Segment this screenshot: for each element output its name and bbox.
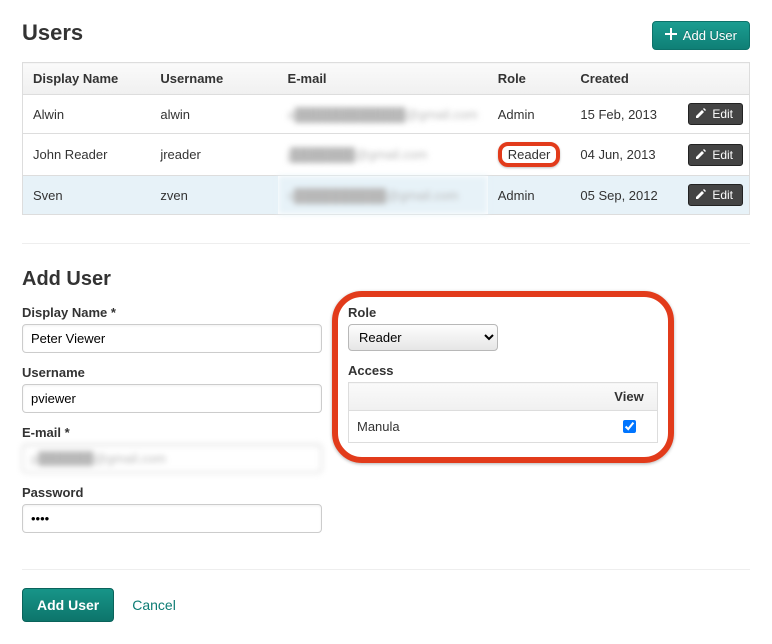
col-actions <box>671 63 749 95</box>
cell-email: s██████████@gmail.com <box>278 176 488 215</box>
label-access: Access <box>348 363 658 378</box>
table-row: Alwin alwin a████████████@gmail.com Admi… <box>23 95 750 134</box>
table-header-row: Display Name Username E-mail Role Create… <box>23 63 750 95</box>
table-row: John Reader jreader j███████@gmail.com R… <box>23 134 750 176</box>
cell-display-name: Alwin <box>23 95 151 134</box>
edit-button[interactable]: Edit <box>688 184 743 206</box>
cell-actions: Edit <box>671 134 749 176</box>
password-input[interactable] <box>22 504 322 533</box>
pencil-icon <box>696 188 706 202</box>
access-table: View Manula <box>348 382 658 443</box>
edit-button-label: Edit <box>712 148 733 162</box>
cancel-link[interactable]: Cancel <box>132 597 176 613</box>
field-username: Username <box>22 365 322 413</box>
cell-role: Admin <box>488 176 571 215</box>
field-display-name: Display Name * <box>22 305 322 353</box>
username-input[interactable] <box>22 384 322 413</box>
cell-username: zven <box>150 176 277 215</box>
pencil-icon <box>696 148 706 162</box>
cell-role: Admin <box>488 95 571 134</box>
cell-username: alwin <box>150 95 277 134</box>
label-email: E-mail * <box>22 425 322 440</box>
add-user-button-label: Add User <box>683 28 737 43</box>
cell-role: Reader <box>488 134 571 176</box>
field-role: Role Reader <box>348 305 658 351</box>
access-name-col <box>349 383 602 411</box>
cell-actions: Edit <box>671 95 749 134</box>
plus-icon <box>665 28 677 43</box>
col-email: E-mail <box>278 63 488 95</box>
table-row: Sven zven s██████████@gmail.com Admin 05… <box>23 176 750 215</box>
role-highlight: Reader <box>498 142 561 167</box>
email-input[interactable] <box>22 444 322 473</box>
cell-email: j███████@gmail.com <box>278 134 488 176</box>
field-password: Password <box>22 485 322 533</box>
form-column-right: Role Reader Access View M <box>348 305 658 447</box>
access-row-view <box>601 411 658 443</box>
form-column-left: Display Name * Username E-mail * Passwor… <box>22 305 322 545</box>
display-name-input[interactable] <box>22 324 322 353</box>
col-created: Created <box>570 63 671 95</box>
header: Users Add User <box>22 18 750 52</box>
form-actions: Add User Cancel <box>22 588 750 622</box>
label-role: Role <box>348 305 658 320</box>
cell-created: 15 Feb, 2013 <box>570 95 671 134</box>
col-role: Role <box>488 63 571 95</box>
divider <box>22 243 750 244</box>
form-body: Display Name * Username E-mail * Passwor… <box>22 305 750 545</box>
cell-created: 05 Sep, 2012 <box>570 176 671 215</box>
submit-add-user-button[interactable]: Add User <box>22 588 114 622</box>
label-username: Username <box>22 365 322 380</box>
form-title: Add User <box>22 268 750 291</box>
cell-display-name: John Reader <box>23 134 151 176</box>
col-display-name: Display Name <box>23 63 151 95</box>
cell-email: a████████████@gmail.com <box>278 95 488 134</box>
col-username: Username <box>150 63 277 95</box>
cell-actions: Edit <box>671 176 749 215</box>
cell-created: 04 Jun, 2013 <box>570 134 671 176</box>
access-header-row: View <box>349 383 658 411</box>
page: Users Add User Display Name Username E-m… <box>0 0 772 644</box>
access-row-name: Manula <box>349 411 602 443</box>
edit-button-label: Edit <box>712 107 733 121</box>
field-email: E-mail * <box>22 425 322 473</box>
edit-button[interactable]: Edit <box>688 144 743 166</box>
role-select[interactable]: Reader <box>348 324 498 351</box>
edit-button[interactable]: Edit <box>688 103 743 125</box>
label-password: Password <box>22 485 322 500</box>
edit-button-label: Edit <box>712 188 733 202</box>
pencil-icon <box>696 107 706 121</box>
divider <box>22 569 750 570</box>
add-user-button[interactable]: Add User <box>652 21 750 50</box>
users-table: Display Name Username E-mail Role Create… <box>22 62 750 215</box>
label-display-name: Display Name * <box>22 305 322 320</box>
access-view-checkbox[interactable] <box>623 420 636 433</box>
access-view-col: View <box>601 383 658 411</box>
cell-username: jreader <box>150 134 277 176</box>
cell-display-name: Sven <box>23 176 151 215</box>
access-row: Manula <box>349 411 658 443</box>
access-section: Access View Manula <box>348 363 658 443</box>
page-title: Users <box>22 20 83 46</box>
